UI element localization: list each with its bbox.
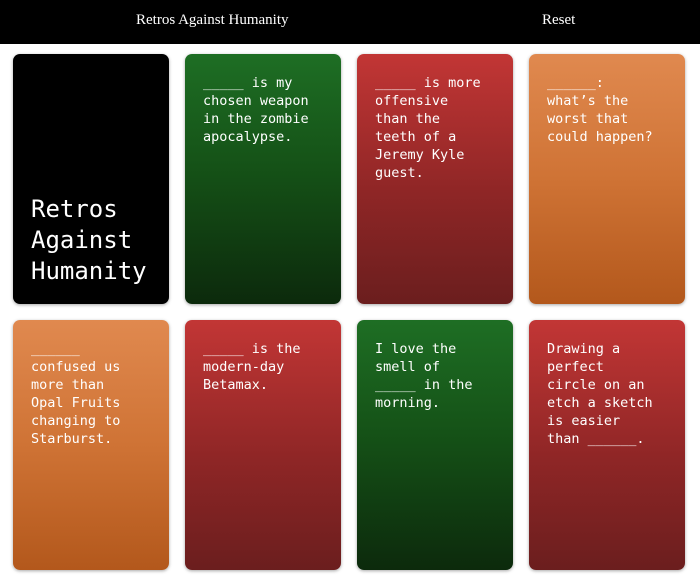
top-nav-bar: Retros Against Humanity Reset (0, 0, 700, 44)
question-card-worst-case[interactable]: ______: what’s the worst that could happ… (529, 54, 685, 304)
app-title-link[interactable]: Retros Against Humanity (136, 12, 289, 29)
question-card-etch-a-sketch[interactable]: Drawing a perfect circle on an etch a sk… (529, 320, 685, 570)
question-card-opal-fruits[interactable]: ______ confused us more than Opal Fruits… (13, 320, 169, 570)
brand-card: Retros Against Humanity (13, 54, 169, 304)
question-card-betamax[interactable]: _____ is the modern-day Betamax. (185, 320, 341, 570)
reset-button[interactable]: Reset (542, 12, 575, 29)
question-card-smell-morning[interactable]: I love the smell of _____ in the morning… (357, 320, 513, 570)
question-card-jeremy-kyle[interactable]: _____ is more offensive than the teeth o… (357, 54, 513, 304)
brand-title: Retros Against Humanity (31, 195, 147, 285)
question-card-zombie-weapon[interactable]: _____ is my chosen weapon in the zombie … (185, 54, 341, 304)
